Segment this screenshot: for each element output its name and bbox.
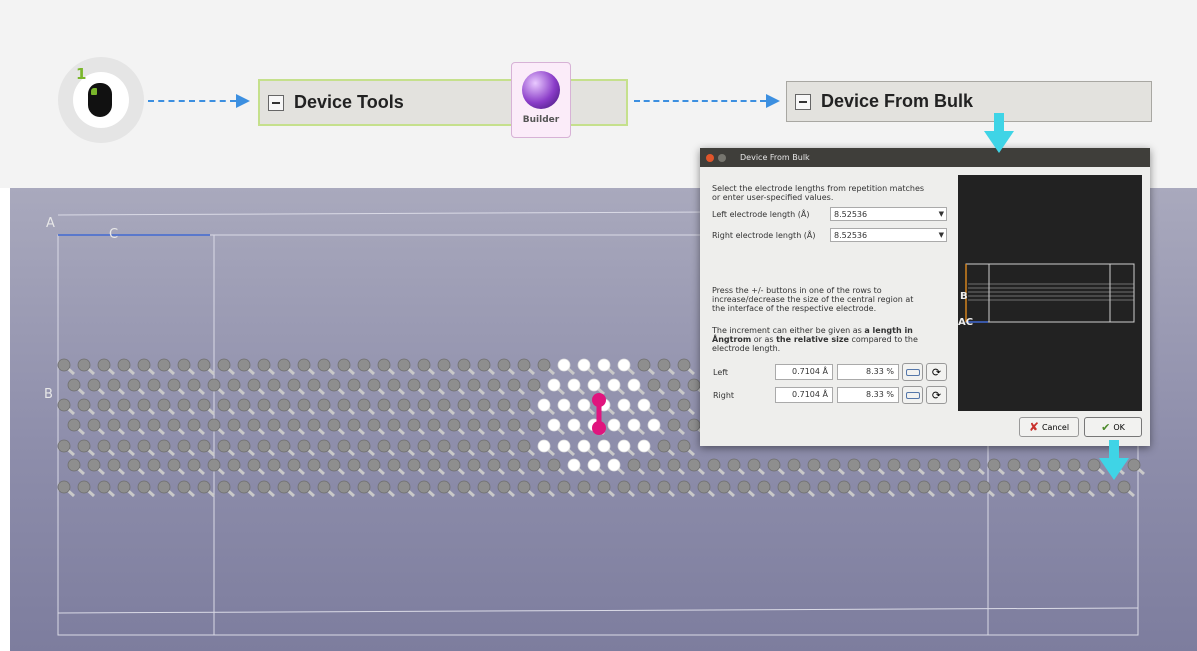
increment-text: electrode length. [712, 344, 781, 353]
right-length-spin[interactable]: 0.7104 Å [775, 387, 833, 403]
right-reset-button[interactable]: ⟳ [926, 386, 947, 404]
right-percent-spin[interactable]: 8.33 % [837, 387, 899, 403]
minus-icon [905, 391, 920, 399]
preview-structure [965, 263, 1135, 323]
right-electrode-label: Right electrode length (Å) [712, 231, 816, 240]
right-decrease-button[interactable] [902, 386, 923, 404]
refresh-icon: ⟳ [931, 388, 942, 402]
cancel-x-icon: ✘ [1028, 420, 1039, 434]
arrow-right-icon [236, 94, 250, 108]
check-icon: ✔ [1101, 420, 1111, 434]
left-electrode-combo[interactable]: 8.52536 ▼ [830, 207, 947, 221]
right-percent-value: 8.33 % [866, 390, 894, 399]
refresh-icon: ⟳ [931, 365, 942, 379]
step-number: 1 [76, 65, 87, 83]
right-length-value: 0.7104 Å [791, 390, 828, 399]
increment-bold: a length in [864, 326, 913, 335]
left-decrease-button[interactable] [902, 363, 923, 381]
device-tools-title: Device Tools [294, 92, 404, 112]
press-instructions: Press the +/- buttons in one of the rows… [712, 286, 913, 313]
minimize-window-icon[interactable] [718, 153, 726, 162]
axis-label-c: C [109, 227, 119, 242]
left-length-spin[interactable]: 0.7104 Å [775, 364, 833, 380]
left-length-value: 0.7104 Å [791, 367, 828, 376]
left-percent-spin[interactable]: 8.33 % [837, 364, 899, 380]
flow-arrow-1 [148, 100, 236, 102]
builder-label: Builder [522, 115, 560, 125]
cancel-button[interactable]: ✘ Cancel [1019, 417, 1079, 437]
axis-label-a: A [46, 216, 55, 231]
left-electrode-label: Left electrode length (Å) [712, 210, 810, 219]
dialog-titlebar: Device From Bulk [700, 148, 1150, 167]
builder-icon [522, 71, 560, 109]
preview-label-b: B [960, 291, 968, 302]
left-reset-button[interactable]: ⟳ [926, 363, 947, 381]
right-row-label: Right [713, 391, 735, 400]
axis-label-b: B [44, 387, 53, 402]
close-window-icon[interactable] [706, 153, 714, 162]
flow-arrow-2 [634, 100, 766, 102]
intro-line: or enter user-specified values. [712, 193, 834, 202]
collapse-icon[interactable] [795, 93, 811, 110]
chevron-down-icon[interactable]: ▼ [939, 208, 944, 221]
cancel-label: Cancel [1041, 422, 1070, 432]
right-electrode-combo[interactable]: 8.52536 ▼ [830, 228, 947, 242]
increment-text: The increment can either be given as [712, 326, 865, 335]
dialog-intro: Select the electrode lengths from repeti… [712, 184, 924, 202]
arrow-right-icon [766, 94, 780, 108]
pointer-stem [994, 113, 1004, 131]
collapse-icon[interactable] [268, 94, 284, 111]
increment-text: or as [751, 335, 777, 344]
device-tools-panel[interactable]: Device Tools [258, 79, 628, 126]
minus-icon [905, 368, 920, 376]
preview-label-ac: AC [958, 317, 974, 328]
mouse-icon [88, 83, 112, 117]
dialog-title: Device From Bulk [740, 153, 810, 162]
press-line: the interface of the respective electrod… [712, 304, 877, 313]
structure-preview[interactable]: B AC [958, 175, 1142, 411]
increment-instructions: The increment can either be given as a l… [712, 326, 918, 353]
left-electrode-value: 8.52536 [834, 210, 868, 219]
step-indicator: 1 [58, 57, 144, 143]
increment-bold: the relative size [776, 335, 849, 344]
increment-bold: Ångtrom [712, 335, 752, 344]
press-line: increase/decrease the size of the centra… [712, 295, 914, 304]
ok-button[interactable]: ✔ OK [1084, 417, 1142, 437]
pointer-arrow-icon [984, 131, 1014, 153]
right-electrode-value: 8.52536 [834, 231, 868, 240]
left-percent-value: 8.33 % [866, 367, 894, 376]
intro-line: Select the electrode lengths from repeti… [712, 184, 925, 193]
chevron-down-icon[interactable]: ▼ [939, 229, 944, 242]
left-row-label: Left [713, 368, 729, 377]
ok-label: OK [1113, 422, 1125, 432]
pointer-stem [1109, 440, 1119, 458]
increment-text: compared to the [848, 335, 918, 344]
press-line: Press the +/- buttons in one of the rows… [712, 286, 882, 295]
device-from-bulk-title: Device From Bulk [821, 91, 974, 111]
pointer-arrow-icon [1099, 458, 1129, 480]
builder-button[interactable]: Builder [511, 62, 571, 138]
device-from-bulk-panel[interactable]: Device From Bulk [786, 81, 1152, 122]
